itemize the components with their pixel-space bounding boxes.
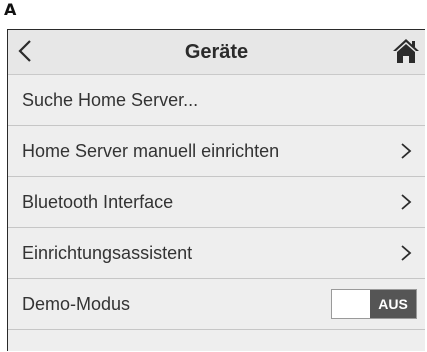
menu-item-setup-assistant[interactable]: Einrichtungsassistent (8, 228, 425, 279)
menu-item-label: Bluetooth Interface (22, 191, 174, 212)
menu-item-label: Einrichtungsassistent (22, 242, 193, 263)
toggle-state-label: AUS (370, 290, 416, 318)
devices-screen: Geräte Suche Home Server... Home Server … (7, 29, 425, 351)
menu-item-label: Suche Home Server... (22, 89, 199, 110)
menu-item-search-home-server[interactable]: Suche Home Server... (8, 75, 425, 126)
menu-item-demo-mode: Demo-Modus AUS (8, 279, 425, 330)
home-button[interactable] (391, 36, 421, 66)
page-title: Geräte (184, 41, 249, 63)
home-icon (393, 39, 419, 63)
menu-item-manual-setup[interactable]: Home Server manuell einrichten (8, 126, 425, 177)
toggle-knob (332, 290, 370, 318)
menu-item-label: Home Server manuell einrichten (22, 140, 280, 161)
chevron-right-icon (401, 143, 412, 159)
header-bar: Geräte (8, 30, 425, 75)
menu-item-bluetooth-interface[interactable]: Bluetooth Interface (8, 177, 425, 228)
chevron-right-icon (401, 194, 412, 210)
figure-label: A (4, 0, 17, 19)
chevron-right-icon (401, 245, 412, 261)
demo-mode-toggle[interactable]: AUS (331, 289, 417, 319)
